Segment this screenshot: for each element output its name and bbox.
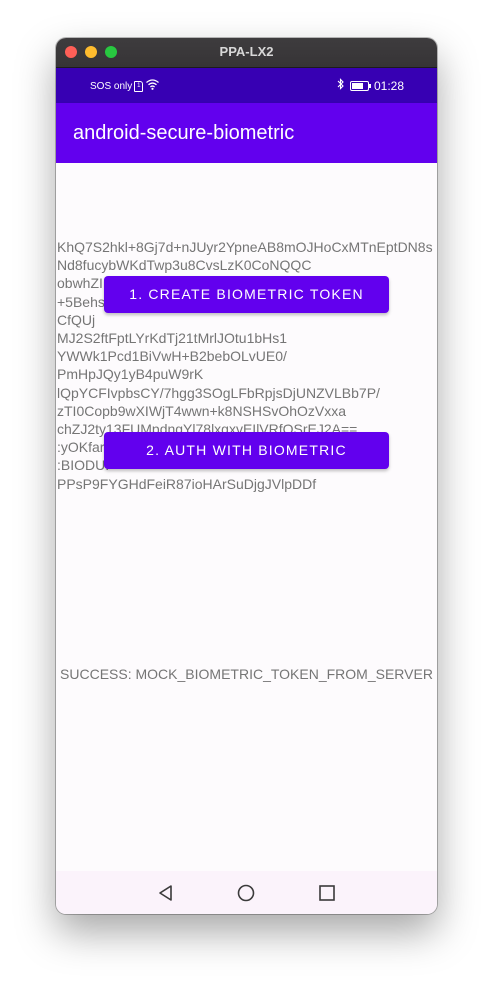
window-title: PPA-LX2	[219, 44, 274, 59]
main-content: KhQ7S2hkl+8Gj7d+nJUyr2YpneAB8mOJHoCxMTnE…	[56, 163, 437, 871]
navigation-bar	[56, 871, 437, 914]
create-biometric-token-button[interactable]: 1. CREATE BIOMETRIC TOKEN	[104, 276, 389, 313]
bluetooth-icon	[337, 78, 344, 93]
auth-with-biometric-button[interactable]: 2. AUTH WITH BIOMETRIC	[104, 432, 389, 469]
app-title: android-secure-biometric	[73, 122, 295, 144]
window-titlebar: PPA-LX2	[56, 38, 437, 68]
status-bar: SOS only 1 01:28	[56, 68, 437, 103]
carrier-label: SOS only	[90, 80, 133, 92]
emulator-window: PPA-LX2 SOS only 1 01:28 android-secure-…	[56, 38, 437, 914]
battery-icon	[349, 80, 371, 91]
status-message: SUCCESS: MOCK_BIOMETRIC_TOKEN_FROM_SERVE…	[60, 666, 433, 682]
status-right: 01:28	[337, 78, 404, 93]
sim-icon: 1	[134, 80, 144, 92]
wifi-icon	[146, 79, 160, 93]
back-icon[interactable]	[156, 883, 176, 903]
status-left: SOS only 1	[90, 79, 160, 93]
status-time: 01:28	[373, 78, 404, 93]
recents-icon[interactable]	[317, 883, 337, 903]
app-bar: android-secure-biometric	[56, 103, 437, 163]
home-icon[interactable]	[236, 883, 256, 903]
